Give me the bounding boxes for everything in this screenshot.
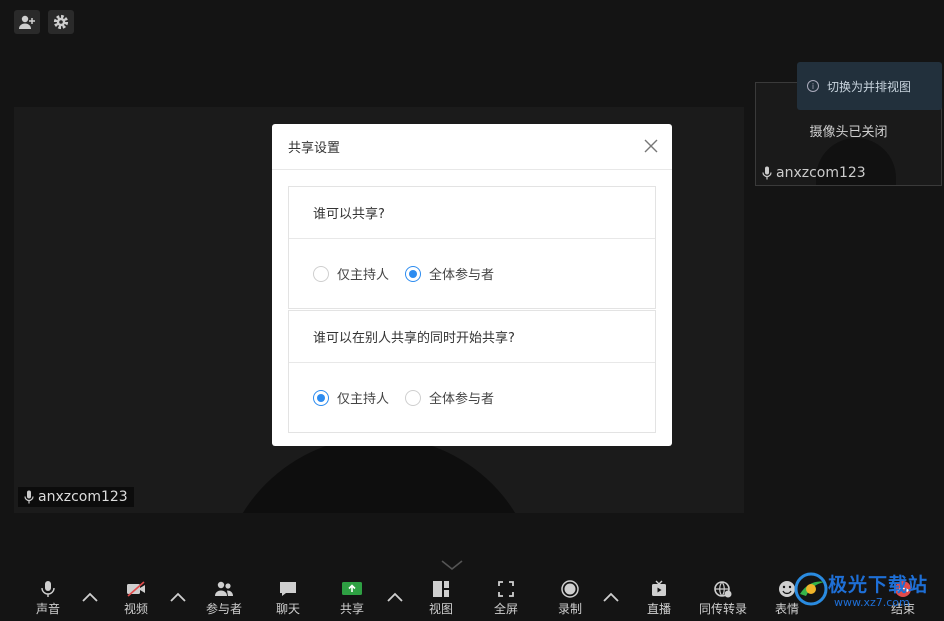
fullscreen-label: 全屏 bbox=[493, 602, 518, 616]
fullscreen-icon bbox=[498, 581, 514, 597]
dialog-title: 共享设置 bbox=[288, 141, 341, 156]
microphone-icon bbox=[762, 166, 772, 180]
camera-off-status: 摄像头已关闭 bbox=[809, 125, 888, 140]
share-label: 共享 bbox=[339, 602, 364, 616]
record-label: 录制 bbox=[557, 602, 582, 616]
all-participants-label: 全体参与者 bbox=[429, 392, 495, 407]
concurrent-share-options: 仅主持人 全体参与者 bbox=[289, 363, 655, 432]
chat-button[interactable]: 聊天 bbox=[263, 580, 313, 617]
transcribe-icon bbox=[714, 581, 732, 598]
video-off-icon bbox=[127, 581, 145, 597]
transcribe-button[interactable]: 同传转录 bbox=[692, 580, 754, 617]
participants-icon bbox=[215, 581, 233, 596]
who-can-share-host-only[interactable]: 仅主持人 bbox=[313, 264, 389, 283]
audio-button[interactable]: 声音 bbox=[23, 580, 73, 617]
microphone-icon bbox=[24, 490, 34, 504]
fullscreen-button[interactable]: 全屏 bbox=[481, 580, 531, 617]
who-can-share-section: 谁可以共享? 仅主持人 全体参与者 bbox=[288, 186, 656, 309]
top-toolbar bbox=[14, 10, 74, 34]
all-participants-radio[interactable] bbox=[405, 389, 422, 406]
live-icon bbox=[652, 580, 666, 596]
record-icon bbox=[561, 580, 579, 598]
switch-view-tooltip[interactable]: i 切换为并排视图 bbox=[797, 62, 942, 110]
watermark-text: 极光下载站 bbox=[828, 574, 929, 596]
host-only-label: 仅主持人 bbox=[337, 392, 390, 407]
audio-label: 声音 bbox=[35, 602, 60, 616]
dialog-close-button[interactable] bbox=[640, 135, 662, 157]
thumbnail-participant-name: anxzcom123 bbox=[776, 165, 866, 181]
chat-icon bbox=[280, 582, 296, 596]
view-label: 视图 bbox=[428, 602, 453, 616]
share-screen-icon bbox=[342, 582, 362, 595]
video-label: 视频 bbox=[123, 602, 148, 616]
watermark-url: www.xz7.com bbox=[834, 596, 910, 609]
record-button[interactable]: 录制 bbox=[545, 580, 595, 617]
all-participants-label: 全体参与者 bbox=[429, 268, 495, 283]
main-participant-name: anxzcom123 bbox=[38, 489, 128, 505]
dialog-header: 共享设置 bbox=[272, 124, 672, 170]
add-user-icon bbox=[19, 15, 35, 29]
settings-button[interactable] bbox=[48, 10, 74, 34]
audio-options-chevron-up-icon[interactable] bbox=[81, 590, 99, 604]
switch-view-text: 切换为并排视图 bbox=[827, 79, 912, 94]
microphone-icon bbox=[41, 581, 55, 597]
share-button[interactable]: 共享 bbox=[327, 580, 377, 617]
all-participants-radio[interactable] bbox=[405, 265, 422, 282]
who-can-share-all[interactable]: 全体参与者 bbox=[405, 264, 494, 283]
gear-icon bbox=[53, 14, 69, 30]
video-button[interactable]: 视频 bbox=[111, 580, 161, 617]
collapse-toolbar-icon[interactable] bbox=[440, 558, 464, 572]
who-can-share-options: 仅主持人 全体参与者 bbox=[289, 239, 655, 308]
host-only-radio[interactable] bbox=[313, 389, 329, 406]
concurrent-share-host-only[interactable]: 仅主持人 bbox=[313, 388, 389, 407]
transcribe-label: 同传转录 bbox=[698, 602, 747, 616]
concurrent-share-section: 谁可以在别人共享的同时开始共享? 仅主持人 全体参与者 bbox=[288, 310, 656, 433]
watermark-logo-icon bbox=[794, 572, 828, 606]
site-watermark: 极光下载站 www.xz7.com bbox=[790, 566, 944, 621]
concurrent-share-question: 谁可以在别人共享的同时开始共享? bbox=[289, 311, 655, 363]
view-button[interactable]: 视图 bbox=[416, 580, 466, 617]
info-icon: i bbox=[807, 80, 819, 92]
meeting-stage: anxzcom123 摄像头已关闭 anxzcom123 i 切换为并排视图 共… bbox=[0, 0, 944, 621]
share-settings-dialog: 共享设置 谁可以共享? 仅主持人 全体参与者 谁可以在别人共享的同时开始共享? … bbox=[272, 124, 672, 446]
video-options-chevron-up-icon[interactable] bbox=[169, 590, 187, 604]
who-can-share-question: 谁可以共享? bbox=[289, 187, 655, 239]
view-layout-icon bbox=[433, 581, 449, 597]
concurrent-share-all[interactable]: 全体参与者 bbox=[405, 388, 494, 407]
live-button[interactable]: 直播 bbox=[634, 580, 684, 617]
live-label: 直播 bbox=[646, 602, 671, 616]
host-only-radio[interactable] bbox=[313, 265, 329, 282]
invite-user-button[interactable] bbox=[14, 10, 40, 34]
dialog-body: 谁可以共享? 仅主持人 全体参与者 谁可以在别人共享的同时开始共享? 仅主持人 … bbox=[272, 170, 672, 433]
thumbnail-participant-label: anxzcom123 bbox=[762, 165, 866, 181]
main-participant-label: anxzcom123 bbox=[18, 487, 134, 507]
participants-button[interactable]: 参与者 bbox=[199, 580, 249, 617]
close-icon bbox=[644, 139, 658, 153]
chat-label: 聊天 bbox=[275, 602, 300, 616]
avatar-silhouette bbox=[219, 437, 539, 513]
share-options-chevron-up-icon[interactable] bbox=[386, 590, 404, 604]
participants-label: 参与者 bbox=[205, 602, 242, 616]
host-only-label: 仅主持人 bbox=[337, 268, 390, 283]
record-options-chevron-up-icon[interactable] bbox=[602, 590, 620, 604]
